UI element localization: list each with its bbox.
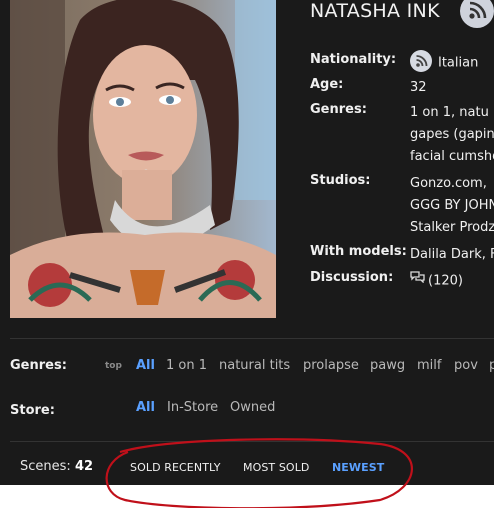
info-label: With models: <box>310 244 407 259</box>
performer-photo <box>10 0 276 318</box>
store-filter-owned[interactable]: Owned <box>230 400 275 415</box>
genre-filter-more[interactable]: p <box>489 358 494 373</box>
info-value: Dalila Dark, F <box>410 244 494 266</box>
info-value: Italian <box>410 50 478 74</box>
scenes-count: Scenes: 42 <box>20 459 93 474</box>
scenes-count-value: 42 <box>74 459 94 474</box>
performer-page: NATASHA INK Nationality: Italian Age: 32… <box>0 0 494 485</box>
studio-link[interactable]: GGG BY JOHN <box>410 195 494 217</box>
sort-newest[interactable]: NEWEST <box>332 461 384 474</box>
info-label: Studios: <box>310 173 371 188</box>
age-value: 32 <box>410 80 427 95</box>
genres-filter-label: Genres: <box>10 358 67 373</box>
genre-filter-milf[interactable]: milf <box>417 358 441 373</box>
rss-icon[interactable] <box>410 50 432 72</box>
studio-link[interactable]: Stalker Prodz <box>410 217 494 239</box>
store-filter-all[interactable]: All <box>136 400 155 415</box>
genre-link[interactable]: 1 on 1, natu <box>410 102 494 124</box>
info-value: 1 on 1, natu gapes (gaping facial cumsho <box>410 102 494 168</box>
genre-filter-natural-tits[interactable]: natural tits <box>219 358 290 373</box>
divider <box>10 338 494 339</box>
studio-link[interactable]: Gonzo.com, <box>410 173 494 195</box>
genre-filter-pov[interactable]: pov <box>454 358 478 373</box>
nationality-value[interactable]: Italian <box>438 56 478 71</box>
info-value: Gonzo.com, GGG BY JOHN Stalker Prodz <box>410 173 494 239</box>
sort-most-sold[interactable]: MOST SOLD <box>243 461 310 474</box>
genre-filter-prolapse[interactable]: prolapse <box>303 358 359 373</box>
scenes-label: Scenes: <box>20 459 71 474</box>
genre-filter-pawg[interactable]: pawg <box>370 358 405 373</box>
model-link[interactable]: Dalila Dark, F <box>410 244 494 266</box>
store-filter-label: Store: <box>10 403 55 418</box>
comments-icon <box>410 269 425 291</box>
genre-link[interactable]: gapes (gaping <box>410 124 494 146</box>
info-label: Age: <box>310 77 344 92</box>
divider <box>10 441 494 442</box>
top-sort-toggle[interactable]: top <box>105 361 122 371</box>
genre-link[interactable]: facial cumsho <box>410 146 494 168</box>
info-label: Genres: <box>310 102 367 117</box>
genre-filter-all[interactable]: All <box>136 358 155 373</box>
info-value: 32 <box>410 77 427 99</box>
performer-name: NATASHA INK <box>310 0 440 22</box>
discussion-link[interactable]: (120) <box>410 270 463 292</box>
info-label: Nationality: <box>310 52 397 67</box>
rss-icon[interactable] <box>460 0 494 28</box>
sort-sold-recently[interactable]: SOLD RECENTLY <box>130 461 221 474</box>
store-filter-in-store[interactable]: In-Store <box>167 400 218 415</box>
genre-filter-1-on-1[interactable]: 1 on 1 <box>166 358 207 373</box>
discussion-count[interactable]: (120) <box>428 274 463 289</box>
info-label: Discussion: <box>310 270 394 285</box>
